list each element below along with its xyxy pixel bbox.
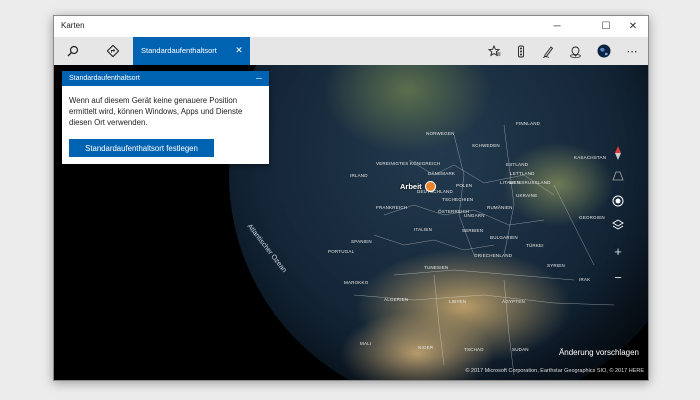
map-label: KASACHSTAN: [574, 155, 607, 160]
map-label: TSCHAD: [464, 347, 484, 352]
minimize-button[interactable]: ─: [544, 16, 570, 37]
map-label: SPANIEN: [351, 239, 372, 244]
minimize-icon: ─: [256, 74, 262, 83]
maximize-button[interactable]: ☐: [593, 16, 619, 37]
map-label: TSCHECHIEN: [442, 197, 474, 202]
set-default-location-button[interactable]: Standardaufenthaltsort festlegen: [69, 139, 214, 157]
map-label: ÄGYPTEN: [502, 299, 525, 304]
map-label: MALI: [360, 341, 372, 346]
traffic-button[interactable]: [506, 37, 536, 65]
map-label: SYRIEN: [547, 263, 565, 268]
panel-description: Wenn auf diesem Gerät keine genauere Pos…: [69, 96, 243, 127]
map-label: ITALIEN: [414, 227, 433, 232]
map-label: UNGARN: [464, 213, 485, 218]
ink-pen-icon: [542, 45, 554, 58]
toolbar: Standardaufenthaltsort ✕ ⋯: [54, 37, 648, 65]
favorites-icon: [487, 44, 500, 56]
map-label: WEISSRUSSLAND: [509, 180, 551, 185]
search-icon: [67, 45, 79, 57]
panel-minimize-button[interactable]: ─: [253, 71, 265, 86]
zoom-in-icon: +: [614, 243, 622, 259]
directions-icon: [107, 45, 119, 57]
map-label: SUDAN: [512, 347, 529, 352]
map-label: SERBIEN: [462, 228, 484, 233]
copyright-text: © 2017 Microsoft Corporation, Earthstar …: [465, 368, 644, 374]
more-icon: ⋯: [626, 45, 638, 58]
tab-close-button[interactable]: ✕: [232, 43, 246, 57]
map-label: ESTLAND: [506, 162, 529, 167]
map-label: DÄNEMARK: [428, 171, 456, 176]
ink-button[interactable]: [533, 37, 563, 65]
pin-label: Arbeit: [400, 182, 422, 191]
map-label: DEUTSCHLAND: [417, 189, 453, 194]
map-label: IRLAND: [350, 173, 368, 178]
map-label: ALGERIEN: [384, 297, 409, 302]
3d-cities-icon: [569, 46, 581, 58]
map-label: TÜRKEI: [526, 243, 544, 248]
traffic-icon: [518, 45, 524, 57]
tilt-icon: [612, 171, 624, 181]
map-label: PORTUGAL: [328, 249, 355, 254]
map-label: POLEN: [456, 183, 473, 188]
map-label: IRAK: [579, 277, 591, 282]
directions-button[interactable]: [98, 37, 128, 65]
3d-cities-button[interactable]: [560, 37, 590, 65]
more-button[interactable]: ⋯: [617, 37, 647, 65]
map-label: LETTLAND: [510, 171, 535, 176]
tilt-button[interactable]: [608, 166, 628, 186]
close-icon: ✕: [235, 44, 243, 55]
map-label: GEORGIEN: [579, 215, 605, 220]
panel-title: Standardaufenthaltsort: [69, 75, 140, 82]
favorites-button[interactable]: [479, 37, 509, 65]
map-label: TUNESIEN: [424, 265, 449, 270]
search-button[interactable]: [58, 37, 88, 65]
map-label: MAROKKO: [344, 280, 369, 285]
layers-icon: [612, 219, 624, 230]
close-button[interactable]: ✕: [620, 16, 646, 37]
zoom-out-icon: −: [614, 269, 622, 285]
globe-icon: [597, 44, 611, 58]
layers-button[interactable]: [608, 215, 628, 235]
compass-icon: [615, 146, 621, 160]
panel-header: Standardaufenthaltsort ─: [62, 71, 269, 86]
map-label: SCHWEDEN: [472, 143, 500, 148]
pin-icon: [425, 181, 436, 192]
map-label: FINNLAND: [516, 121, 541, 126]
map-label: BULGARIEN: [490, 235, 518, 240]
zoom-out-button[interactable]: −: [608, 267, 628, 287]
compass-button[interactable]: [608, 143, 628, 163]
suggest-change-link[interactable]: Änderung vorschlagen: [559, 348, 639, 357]
maps-window: Karten ─ ☐ ✕ Standardaufenthaltsort ✕ ⋯ …: [53, 15, 649, 381]
tab-default-location[interactable]: Standardaufenthaltsort ✕: [133, 37, 250, 65]
map-label: UKRAINE: [516, 193, 538, 198]
globe-button[interactable]: [589, 37, 619, 65]
zoom-in-button[interactable]: +: [608, 241, 628, 261]
map-label: LIBYEN: [449, 299, 467, 304]
default-location-panel: Standardaufenthaltsort ─ Wenn auf diesem…: [62, 71, 269, 164]
tab-label: Standardaufenthaltsort: [141, 46, 217, 55]
map-label: RUMÄNIEN: [487, 205, 513, 210]
map-label: VEREINIGTES KÖNIGREICH: [376, 161, 441, 166]
map-label: NORWEGEN: [426, 131, 455, 136]
map-label: GRIECHENLAND: [474, 253, 513, 258]
show-location-button[interactable]: [608, 191, 628, 211]
location-icon: [612, 195, 624, 207]
map-label: FRANKREICH: [376, 205, 408, 210]
title-bar[interactable]: Karten ─ ☐ ✕: [54, 16, 648, 37]
window-title: Karten: [61, 21, 85, 30]
map-label: NIGER: [418, 345, 434, 350]
